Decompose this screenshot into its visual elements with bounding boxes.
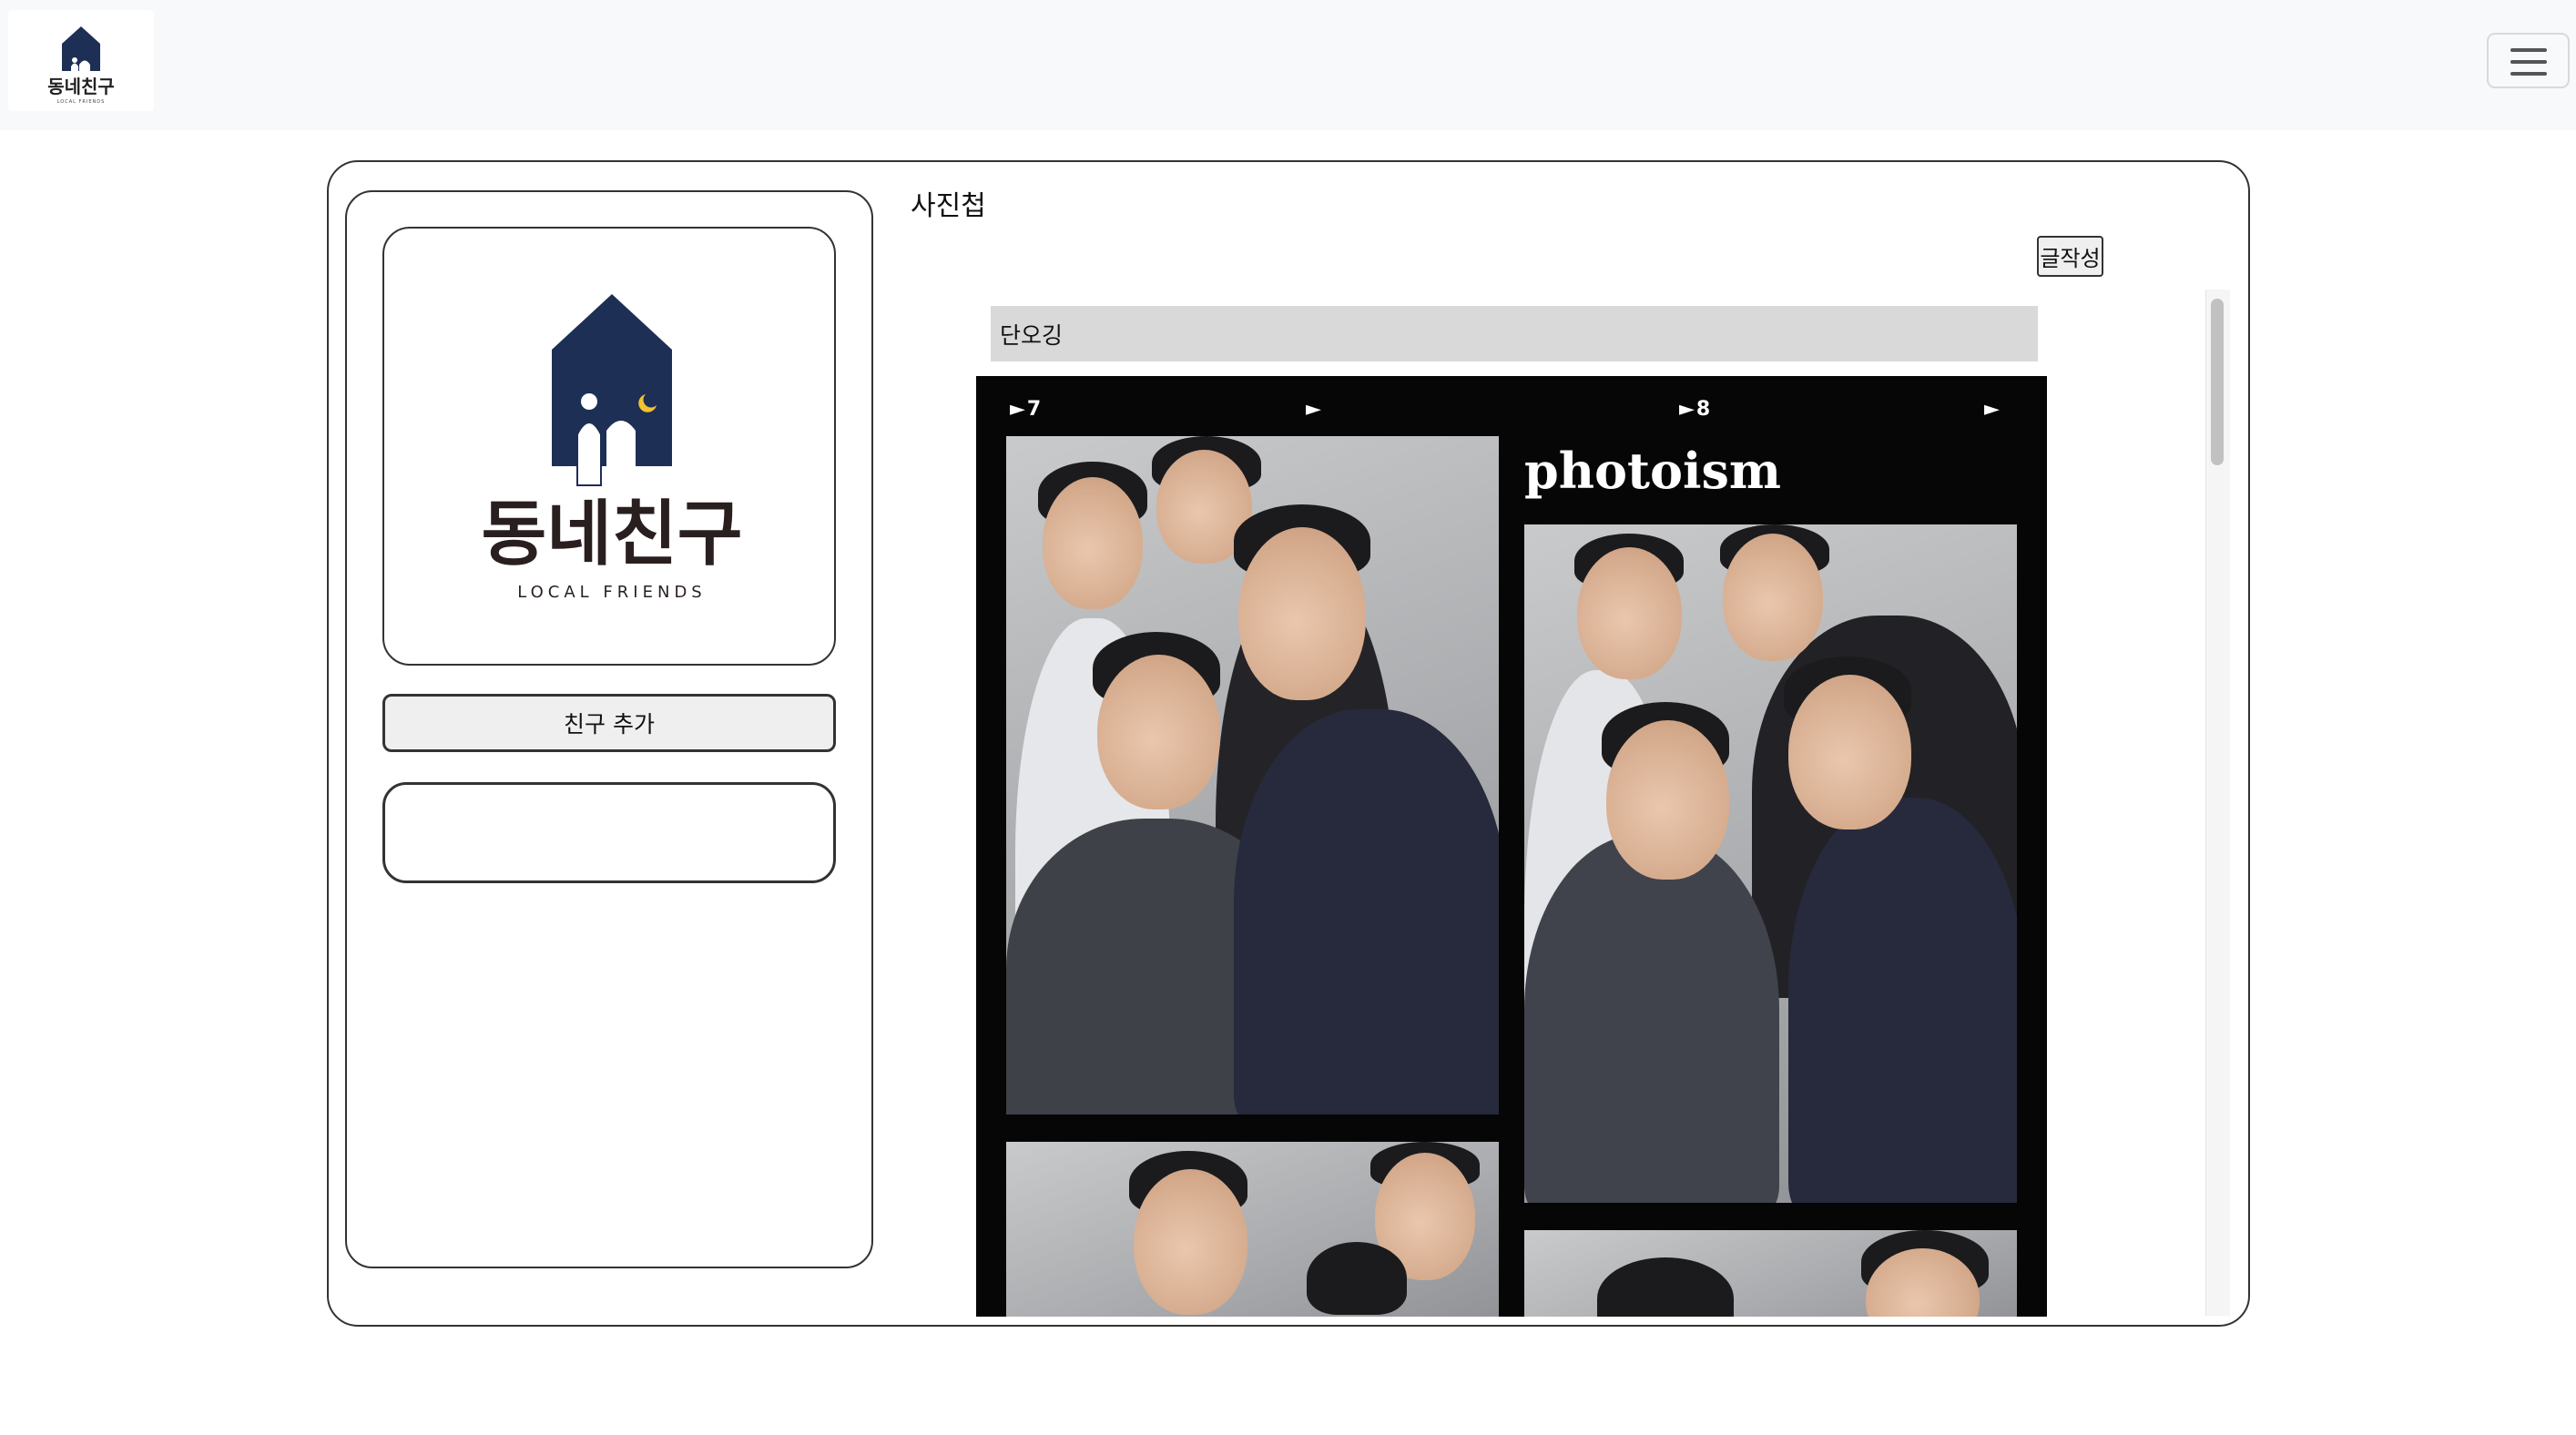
svg-text:동네친구: 동네친구 — [481, 494, 742, 575]
house-logo-icon: 동네친구 LOCAL FRIENDS — [47, 26, 115, 105]
navbar-toggle-button[interactable] — [2487, 33, 2570, 88]
frame-label: ►7 — [1010, 398, 1044, 421]
feed-scrollbar-thumb[interactable] — [2211, 299, 2224, 465]
write-post-button[interactable]: 글작성 — [2037, 236, 2103, 277]
page-title: 사진첩 — [911, 190, 986, 222]
frame-label: ►8 — [1679, 398, 1713, 421]
local-friends-logo: 동네친구 LOCAL FRIENDS — [481, 294, 743, 602]
friend-list-box — [382, 782, 836, 883]
svg-text:LOCAL FRIENDS: LOCAL FRIENDS — [517, 583, 706, 602]
top-navbar: 동네친구 LOCAL FRIENDS — [0, 0, 2576, 130]
frame-label: ► — [1984, 398, 2001, 421]
photo-frame — [1524, 524, 2017, 1203]
photo-frame — [1006, 1142, 1499, 1317]
post-title: 단오깅 — [991, 306, 2038, 361]
svg-text:LOCAL FRIENDS: LOCAL FRIENDS — [57, 99, 106, 105]
add-friend-button[interactable]: 친구 추가 — [382, 694, 836, 752]
svg-text:동네친구: 동네친구 — [47, 76, 115, 97]
profile-image-box: 동네친구 LOCAL FRIENDS — [382, 227, 836, 666]
frame-label: ► — [1306, 398, 1323, 421]
photoism-brand-text: photoism — [1524, 442, 1782, 500]
navbar-logo[interactable]: 동네친구 LOCAL FRIENDS — [8, 10, 154, 111]
post-photo: ►7 ► ►8 ► photoism — [976, 376, 2047, 1317]
photo-frame — [1524, 1230, 2017, 1317]
hamburger-menu-icon — [2510, 48, 2547, 52]
photo-frame — [1006, 436, 1499, 1114]
